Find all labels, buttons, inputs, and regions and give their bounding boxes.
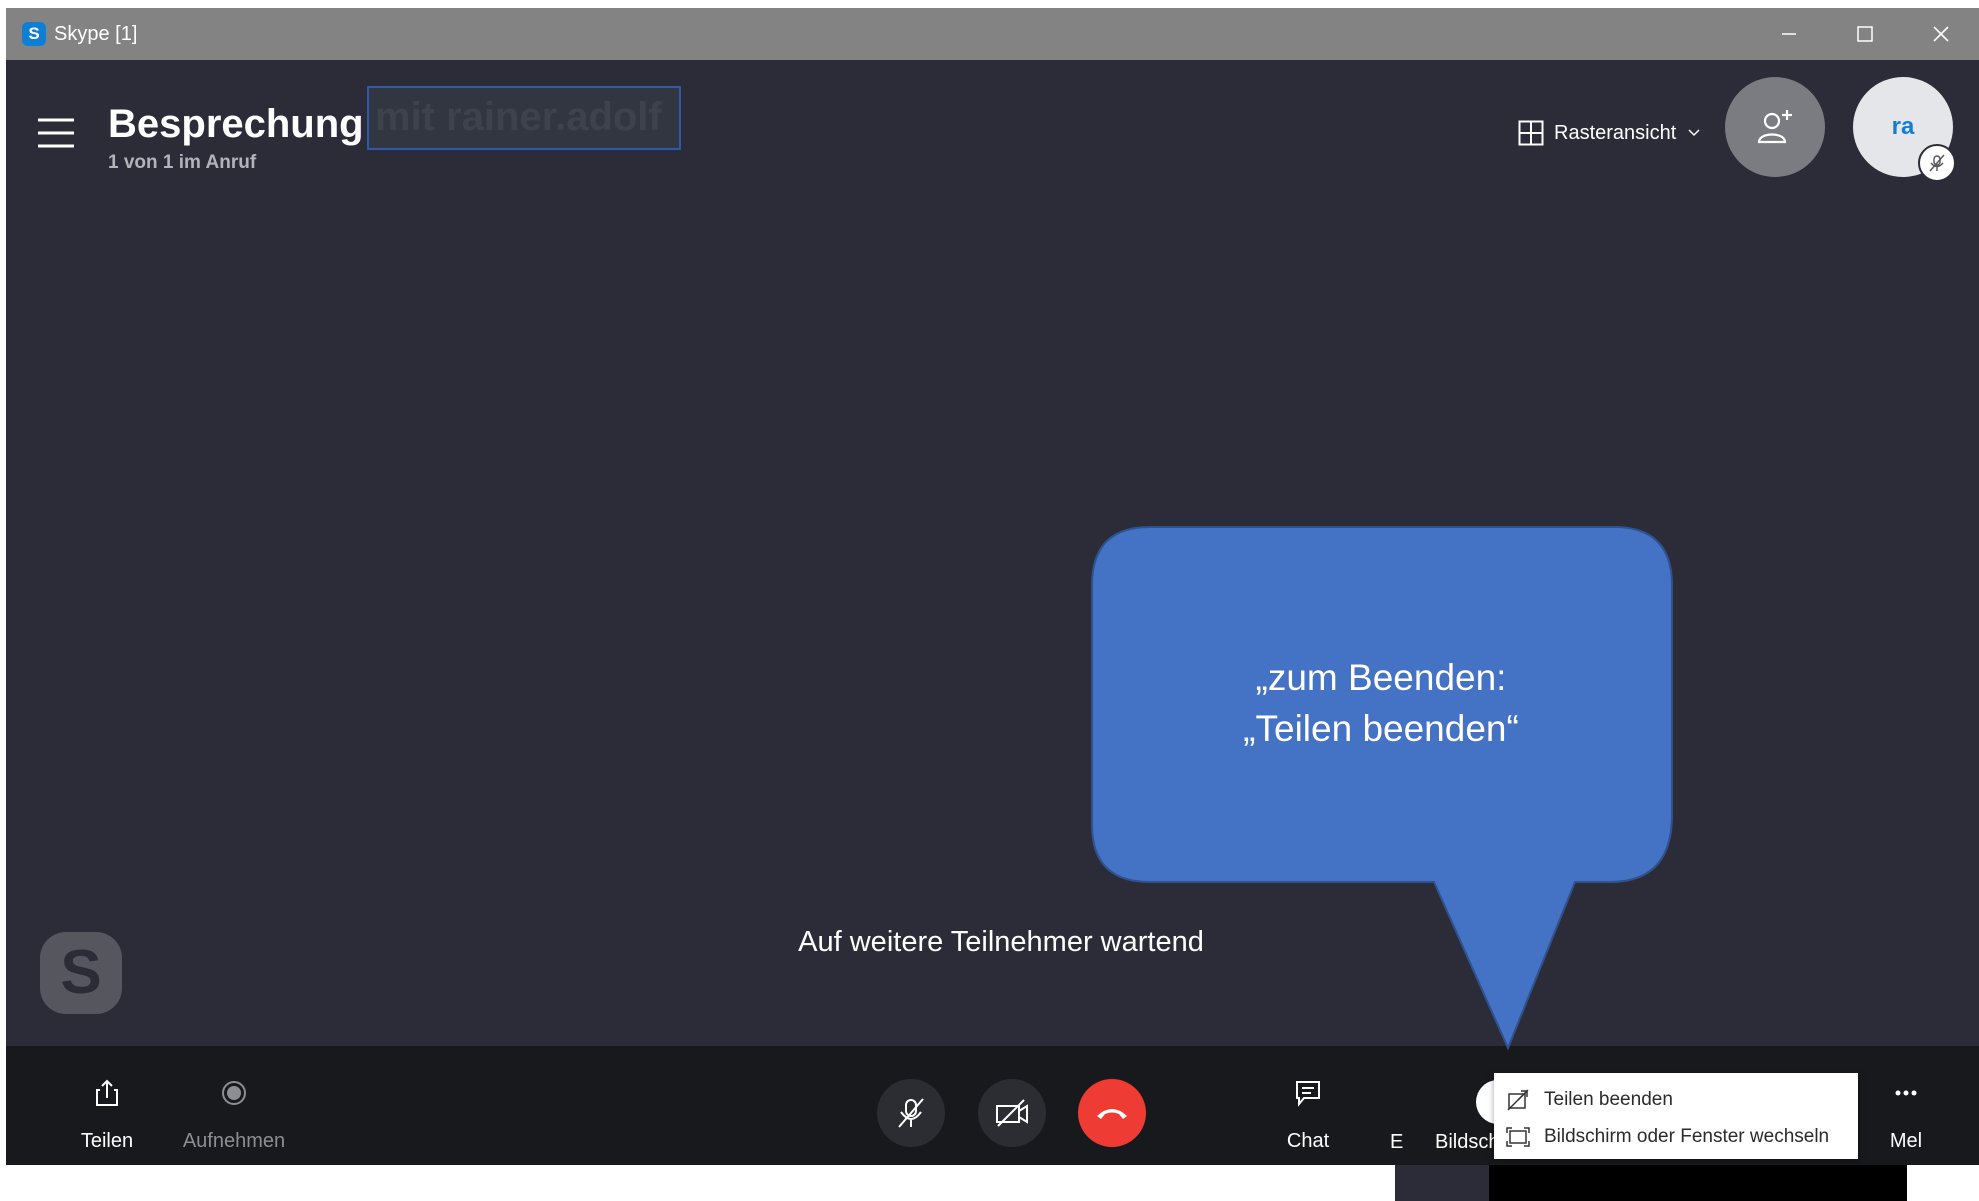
record-button[interactable]: Aufnehmen (174, 1076, 294, 1153)
hang-up-icon (1097, 1109, 1127, 1119)
chat-button[interactable]: Chat (1248, 1076, 1368, 1153)
participant-count: 1 von 1 im Anruf (108, 152, 257, 173)
waiting-status-text: Auf weitere Teilnehmer wartend (798, 926, 1204, 958)
chat-label: Chat (1286, 1130, 1330, 1152)
stop-sharing-icon (1507, 1089, 1529, 1111)
background-strip (1489, 1165, 1907, 1201)
avatar-initials: ra (1891, 113, 1915, 140)
toggle-video-button[interactable] (978, 1079, 1046, 1147)
view-selector-dropdown[interactable]: Rasteransicht (1518, 116, 1700, 150)
close-icon (1933, 26, 1949, 42)
share-icon (96, 1079, 118, 1106)
maximize-icon (1857, 26, 1873, 42)
menu-item-switch-screen[interactable]: Bildschirm oder Fenster wechseln (1494, 1119, 1858, 1155)
close-button[interactable] (1903, 8, 1979, 60)
skype-logo-icon: S (22, 22, 46, 46)
camera-off-icon (996, 1099, 1028, 1127)
add-participant-button[interactable] (1725, 77, 1825, 177)
view-selector-label: Rasteransicht (1554, 121, 1677, 144)
avatar-muted-badge (1918, 144, 1956, 182)
meeting-title[interactable]: Besprechung (108, 100, 364, 148)
window-title: Skype [1] (54, 23, 138, 45)
chat-icon (1296, 1081, 1320, 1107)
skype-watermark-icon: S (40, 932, 122, 1014)
partially-hidden-label: E (1390, 1131, 1404, 1153)
screen-share-button[interactable]: Bildsch (1435, 1131, 1499, 1154)
grid-view-icon (1518, 120, 1544, 146)
callout-line-1: „zum Beenden: (1255, 657, 1507, 698)
more-options-button[interactable]: Mel (1876, 1076, 1936, 1153)
record-icon (222, 1081, 246, 1105)
hamburger-menu-button[interactable] (36, 116, 76, 150)
add-person-icon (1757, 110, 1792, 144)
share-button[interactable]: Teilen (47, 1076, 167, 1153)
minimize-button[interactable] (1751, 8, 1827, 60)
microphone-muted-icon (1929, 154, 1945, 172)
more-label: Mel (1889, 1130, 1923, 1152)
mute-microphone-button[interactable] (877, 1079, 945, 1147)
share-label: Teilen (80, 1130, 134, 1152)
callout-text: „zum Beenden: „Teilen beenden“ (1094, 652, 1668, 754)
microphone-muted-icon (898, 1098, 924, 1128)
end-call-button[interactable] (1078, 1079, 1146, 1147)
menu-item-label: Teilen beenden (1544, 1089, 1673, 1110)
meeting-title-edit-field[interactable]: mit rainer.adolf (367, 86, 681, 150)
switch-screen-icon (1506, 1127, 1530, 1147)
record-label: Aufnehmen (182, 1130, 286, 1152)
minimize-icon (1782, 33, 1796, 35)
menu-item-label: Bildschirm oder Fenster wechseln (1544, 1126, 1830, 1147)
share-context-menu: Teilen beenden Bildschirm oder Fenster w… (1494, 1073, 1858, 1159)
skype-window: S Skype [1] Besprechung mit rainer.adolf (6, 8, 1979, 1165)
maximize-button[interactable] (1827, 8, 1903, 60)
callout-speech-bubble (1091, 526, 1673, 1051)
callout-line-2: „Teilen beenden“ (1243, 708, 1519, 749)
chevron-down-icon (1688, 129, 1700, 137)
menu-item-stop-sharing[interactable]: Teilen beenden (1494, 1082, 1858, 1118)
more-dots-icon (1895, 1090, 1917, 1096)
hamburger-icon (38, 118, 74, 148)
callout-shape (1091, 526, 1673, 1051)
background-strip (1395, 1165, 1489, 1201)
title-bar: S Skype [1] (6, 8, 1979, 60)
